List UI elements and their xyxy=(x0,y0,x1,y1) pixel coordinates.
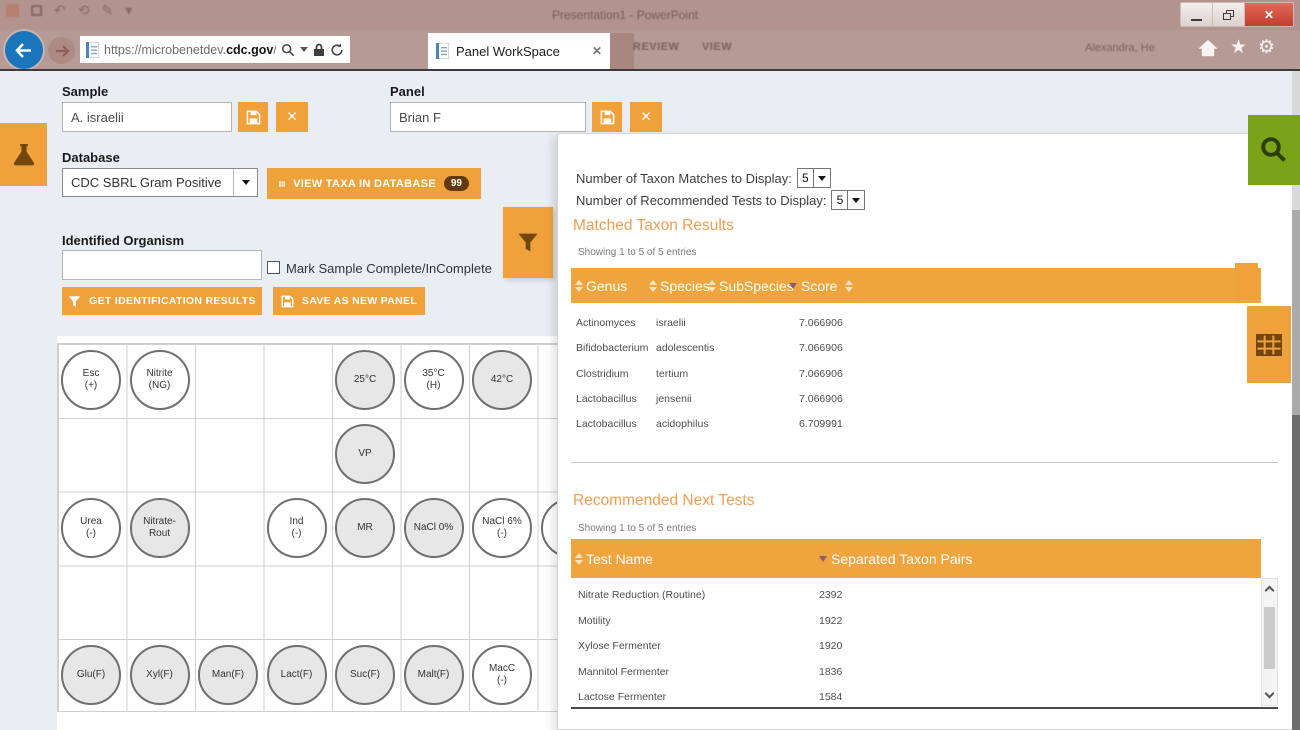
sort-desc-icon[interactable] xyxy=(819,556,827,562)
test-well[interactable]: NaCl 6%(-) xyxy=(472,498,532,558)
recommended-showing-text: Showing 1 to 5 of 5 entries xyxy=(578,523,696,534)
taxa-table-dock-button[interactable] xyxy=(1247,306,1291,383)
taxon-matches-filter: Number of Taxon Matches to Display: 5 xyxy=(576,168,831,188)
recommended-table-header: Test Name Separated Taxon Pairs xyxy=(571,539,1261,578)
test-well[interactable]: Ind(-) xyxy=(267,498,327,558)
sort-desc-icon[interactable] xyxy=(789,283,797,289)
table-row[interactable]: Lactobacillusacidophilus6.709991 xyxy=(571,418,1261,434)
test-well[interactable]: MacC(-) xyxy=(472,645,532,705)
matched-table-header: Genus Species SubSpecies Score xyxy=(571,268,1261,303)
table-row[interactable]: Lactobacillusjensenii7.066906 xyxy=(571,393,1261,409)
scroll-down-icon[interactable] xyxy=(1265,689,1275,699)
test-well[interactable]: 35°C(H) xyxy=(404,350,464,410)
screen: ↶ ⟲ ✎ ▾ Presentation1 - PowerPoint ✕ htt… xyxy=(0,0,1300,730)
test-well[interactable]: NaCl 0% xyxy=(404,498,464,558)
sort-icon[interactable] xyxy=(575,280,583,292)
sort-icon[interactable] xyxy=(708,280,716,292)
window-scrollbar-track[interactable] xyxy=(1292,210,1300,415)
table-row[interactable]: Nitrate Reduction (Routine)2392 xyxy=(571,589,1261,605)
table-row[interactable]: Lactose Fermenter1584 xyxy=(571,691,1261,707)
table-scrollbar[interactable] xyxy=(1261,578,1278,706)
search-dock-button[interactable] xyxy=(1248,115,1300,185)
matched-taxon-heading: Matched Taxon Results xyxy=(573,217,734,235)
test-well[interactable]: Xyl(F) xyxy=(130,645,190,705)
chevron-down-icon[interactable] xyxy=(847,191,864,209)
section-divider xyxy=(571,462,1278,463)
scroll-up-icon[interactable] xyxy=(1265,586,1275,596)
taxon-matches-label: Number of Taxon Matches to Display: xyxy=(576,171,792,186)
table-bottom-border xyxy=(571,707,1278,709)
table-row[interactable]: Xylose Fermenter1920 xyxy=(571,640,1261,656)
recommended-tests-filter: Number of Recommended Tests to Display: … xyxy=(576,190,865,210)
table-grid-icon xyxy=(1256,334,1282,356)
window-scrollbar-thumb[interactable] xyxy=(1292,415,1300,730)
table-row[interactable]: Motility1922 xyxy=(571,615,1261,631)
column-subspecies[interactable]: SubSpecies xyxy=(719,278,794,294)
test-well[interactable]: Urea(-) xyxy=(61,498,121,558)
column-separated-taxon-pairs[interactable]: Separated Taxon Pairs xyxy=(831,551,972,567)
test-well[interactable]: VP xyxy=(335,424,395,484)
test-well[interactable]: Nitrate-Rout xyxy=(130,498,190,558)
column-genus[interactable]: Genus xyxy=(586,278,627,294)
test-well[interactable]: Nitrite(NG) xyxy=(130,350,190,410)
table-row[interactable]: Clostridiumtertium7.066906 xyxy=(571,368,1261,384)
matched-showing-text: Showing 1 to 5 of 5 entries xyxy=(578,247,696,258)
column-test-name[interactable]: Test Name xyxy=(586,551,653,567)
table-row[interactable]: Mannitol Fermenter1836 xyxy=(571,666,1261,682)
sort-icon[interactable] xyxy=(575,553,583,565)
test-well[interactable]: Glu(F) xyxy=(61,645,121,705)
table-row[interactable]: Actinomycesisraelii7.066906 xyxy=(571,317,1261,333)
test-well[interactable]: Suc(F) xyxy=(335,645,395,705)
search-icon xyxy=(1259,135,1289,165)
taxon-matches-select[interactable]: 5 xyxy=(797,168,831,188)
results-panel: Number of Taxon Matches to Display: 5 Nu… xyxy=(557,133,1293,730)
test-well[interactable]: Malt(F) xyxy=(404,645,464,705)
table-row[interactable]: Bifidobacteriumadolescentis7.066906 xyxy=(571,342,1261,358)
recommended-tests-label: Number of Recommended Tests to Display: xyxy=(576,193,826,208)
scrollbar-thumb[interactable] xyxy=(1264,607,1275,669)
test-well[interactable]: MR xyxy=(335,498,395,558)
sort-icon[interactable] xyxy=(649,280,657,292)
recommended-tests-heading: Recommended Next Tests xyxy=(573,492,755,510)
test-well[interactable]: Man(F) xyxy=(198,645,258,705)
column-score[interactable]: Score xyxy=(801,278,838,294)
chevron-down-icon[interactable] xyxy=(813,169,830,187)
sort-icon[interactable] xyxy=(845,280,853,292)
test-well[interactable]: 25°C xyxy=(335,350,395,410)
test-well[interactable]: Lact(F) xyxy=(267,645,327,705)
recommended-tests-select[interactable]: 5 xyxy=(831,190,865,210)
hidden-dock-button[interactable] xyxy=(1235,263,1258,300)
column-species[interactable]: Species xyxy=(660,278,710,294)
test-well[interactable]: Esc(+) xyxy=(61,350,121,410)
test-well[interactable]: 42°C xyxy=(472,350,532,410)
